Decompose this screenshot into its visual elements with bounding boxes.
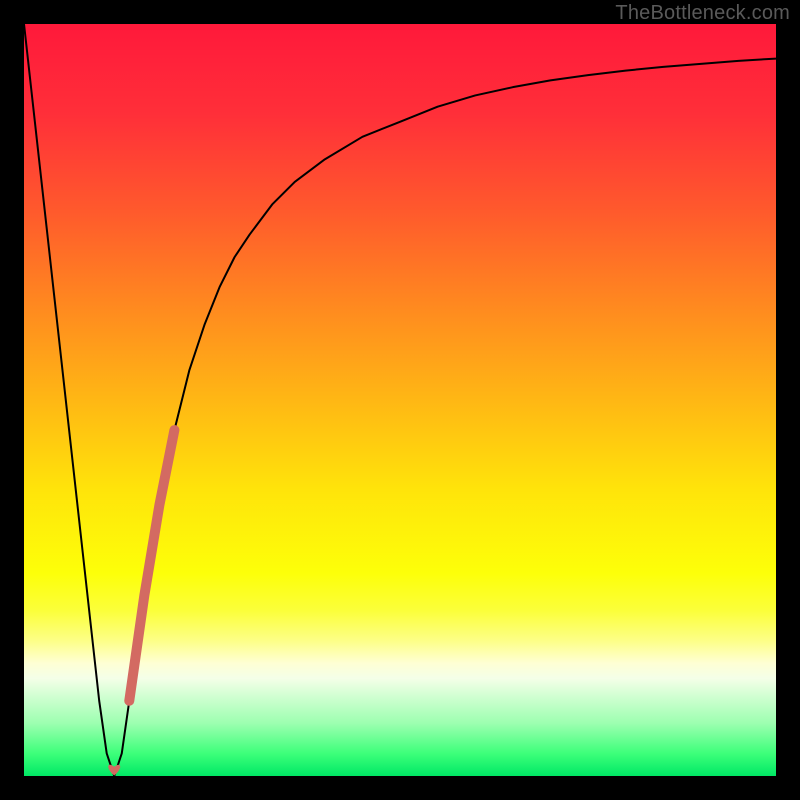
watermark-text: TheBottleneck.com bbox=[615, 2, 790, 25]
plot-area bbox=[24, 24, 776, 776]
chart-frame: TheBottleneck.com bbox=[0, 0, 800, 800]
chart-svg bbox=[24, 24, 776, 776]
